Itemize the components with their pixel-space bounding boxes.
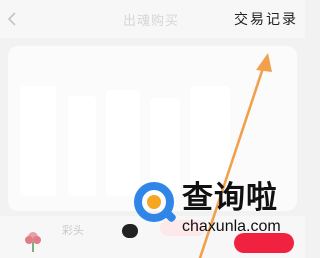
top-navigation-bar: 出魂购买 交易记录 — [0, 0, 305, 38]
watermark-domain: chaxunla.com — [182, 218, 281, 235]
list-item-label: 彩头 — [62, 224, 84, 237]
chevron-left-icon[interactable] — [4, 10, 20, 28]
page-title: 出魂购买 — [123, 14, 180, 29]
chaxunla-logo-icon — [134, 182, 176, 222]
flower-icon — [25, 232, 41, 252]
trade-records-link[interactable]: 交易记录 — [234, 9, 298, 29]
watermark-name: 查询啦 — [182, 180, 278, 216]
watermark: 查询啦 chaxunla.com — [130, 178, 305, 243]
placeholder-block — [68, 96, 96, 196]
placeholder-block — [20, 86, 56, 196]
